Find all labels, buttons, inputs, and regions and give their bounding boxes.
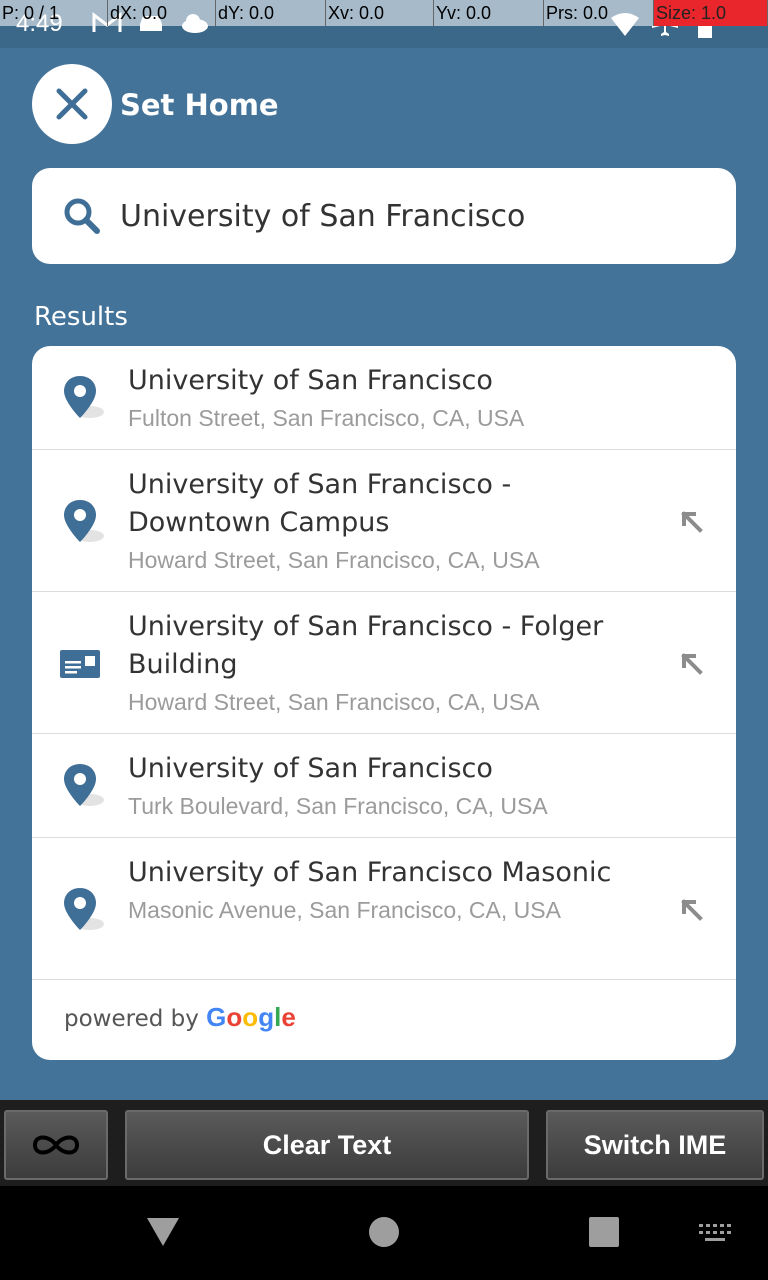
infinity-button[interactable]	[4, 1110, 108, 1180]
results-label: Results	[34, 302, 128, 332]
map-pin-icon	[64, 764, 104, 806]
keyboard-icon[interactable]	[698, 1222, 732, 1244]
map-pin-icon	[64, 500, 104, 542]
infinity-icon	[32, 1135, 80, 1155]
search-box[interactable]	[32, 168, 736, 264]
powered-by-google: powered by Google	[64, 1002, 296, 1033]
result-address: Fulton Street, San Francisco, CA, USA	[128, 405, 525, 431]
switch-ime-button[interactable]: Switch IME	[546, 1110, 764, 1180]
result-item[interactable]: University of San Francisco Fulton Stree…	[32, 346, 736, 450]
back-icon[interactable]	[146, 1216, 180, 1248]
result-title: University of San Francisco Masonic	[128, 857, 612, 888]
result-address: Howard Street, San Francisco, CA, USA	[128, 547, 540, 573]
result-title: University of San Francisco - Downtown C…	[128, 469, 512, 538]
navigation-bar	[0, 1186, 768, 1280]
google-logo: Google	[206, 1002, 296, 1032]
debug-xv: Xv: 0.0	[326, 0, 434, 26]
fill-search-arrow-icon[interactable]	[680, 510, 704, 534]
debug-size: Size: 1.0	[654, 0, 768, 26]
fill-search-arrow-icon[interactable]	[680, 652, 704, 676]
home-icon[interactable]	[368, 1216, 400, 1248]
result-address: Howard Street, San Francisco, CA, USA	[128, 689, 540, 715]
result-item[interactable]: University of San Francisco - Folger Bui…	[32, 592, 736, 734]
result-address: Masonic Avenue, San Francisco, CA, USA	[128, 897, 561, 923]
result-item[interactable]: University of San Francisco Masonic Maso…	[32, 838, 736, 980]
recents-icon[interactable]	[588, 1216, 620, 1248]
debug-yv: Yv: 0.0	[434, 0, 544, 26]
debug-prs: Prs: 0.0	[544, 0, 654, 26]
search-icon	[64, 198, 100, 234]
fill-search-arrow-icon[interactable]	[680, 898, 704, 922]
close-icon	[56, 88, 88, 120]
result-title: University of San Francisco - Folger Bui…	[128, 611, 604, 680]
map-pin-icon	[64, 376, 104, 418]
result-title: University of San Francisco	[128, 365, 493, 396]
ime-toolbar: Clear Text Switch IME	[0, 1100, 768, 1186]
map-pin-icon	[64, 888, 104, 930]
clear-text-button[interactable]: Clear Text	[125, 1110, 529, 1180]
result-title: University of San Francisco	[128, 753, 493, 784]
debug-dx: dX: 0.0	[108, 0, 216, 26]
debug-dy: dY: 0.0	[216, 0, 326, 26]
debug-pointer: P: 0 / 1	[0, 0, 108, 26]
page-title: Set Home	[120, 88, 279, 122]
result-address: Turk Boulevard, San Francisco, CA, USA	[128, 793, 548, 819]
result-item[interactable]: University of San Francisco Turk Bouleva…	[32, 734, 736, 838]
results-list: University of San Francisco Fulton Stree…	[32, 346, 736, 1060]
business-card-icon	[60, 650, 100, 678]
powered-by-label: powered by	[64, 1006, 199, 1032]
pointer-debug-overlay: P: 0 / 1 dX: 0.0 dY: 0.0 Xv: 0.0 Yv: 0.0…	[0, 0, 768, 26]
close-button[interactable]	[32, 64, 112, 144]
search-input[interactable]	[120, 190, 710, 242]
result-item[interactable]: University of San Francisco - Downtown C…	[32, 450, 736, 592]
